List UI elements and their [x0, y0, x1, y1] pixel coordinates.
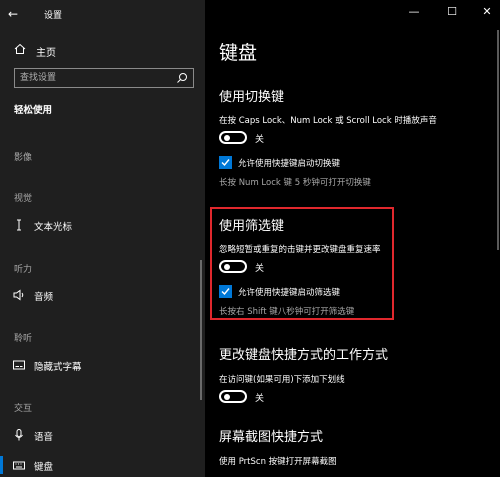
sidebar: ← 设置 主页 轻松使用 影像 视觉 文本光标 听力 音频 聆听: [0, 0, 205, 477]
checkmark-icon: [221, 159, 230, 167]
maximize-button[interactable]: ☐: [442, 4, 462, 20]
title-bar: ← 设置: [0, 0, 205, 28]
group-label-vision: 视觉: [14, 194, 33, 204]
sidebar-item-audio[interactable]: 音频: [0, 284, 205, 306]
back-arrow-icon[interactable]: ←: [8, 7, 24, 21]
captions-icon: [13, 360, 25, 370]
sidebar-item-label: 语音: [34, 432, 54, 443]
sidebar-item-label: 键盘: [34, 462, 54, 473]
page-title: 键盘: [219, 42, 258, 64]
underline-access-keys-switch[interactable]: [219, 390, 247, 403]
print-screen-description: 使用 PrtScn 按键打开屏幕截图: [219, 457, 337, 467]
underline-access-keys-state: 关: [255, 394, 265, 404]
speaker-icon: [13, 289, 24, 301]
sidebar-scrollbar[interactable]: [200, 260, 202, 400]
highlight-annotation: [210, 207, 394, 320]
sidebar-item-speech[interactable]: 语音: [0, 424, 205, 446]
shortcuts-heading: 更改键盘快捷方式的工作方式: [219, 348, 389, 363]
group-label-interaction: 交互: [14, 404, 33, 414]
sidebar-item-label: 主页: [36, 48, 56, 59]
sidebar-item-label: 隐藏式字幕: [34, 362, 82, 373]
close-button[interactable]: ✕: [477, 4, 497, 20]
shortcuts-description: 在访问键(如果可用)下添加下划线: [219, 375, 345, 385]
sidebar-item-keyboard[interactable]: 键盘: [0, 454, 205, 476]
toggle-keys-shortcut-checkbox[interactable]: [219, 156, 232, 169]
toggle-keys-description: 在按 Caps Lock、Num Lock 或 Scroll Lock 时播放声…: [219, 116, 437, 126]
toggle-knob: [224, 394, 230, 400]
group-label-listening: 聆听: [14, 334, 33, 344]
sidebar-item-label: 文本光标: [34, 222, 73, 233]
toggle-keys-note: 长按 Num Lock 键 5 秒钟可打开切换键: [219, 178, 371, 188]
group-label-vision-top: 影像: [14, 153, 33, 163]
search-input[interactable]: [20, 70, 170, 86]
sidebar-item-label: 音频: [34, 292, 54, 303]
minimize-button[interactable]: —: [404, 4, 424, 20]
print-screen-heading: 屏幕截图快捷方式: [219, 430, 324, 445]
toggle-keys-heading: 使用切换键: [219, 90, 285, 105]
text-cursor-icon: [17, 219, 21, 231]
active-indicator: [0, 456, 3, 474]
sidebar-item-text-cursor[interactable]: 文本光标: [0, 214, 205, 236]
microphone-icon: [15, 429, 23, 441]
sidebar-item-captions[interactable]: 隐藏式字幕: [0, 354, 205, 376]
toggle-keys-switch[interactable]: [219, 131, 247, 144]
main-scrollbar[interactable]: [497, 30, 499, 250]
sidebar-item-home[interactable]: 主页: [0, 40, 205, 60]
search-box[interactable]: [14, 68, 194, 88]
keyboard-icon: [13, 461, 25, 470]
app-title: 设置: [44, 11, 63, 21]
sidebar-section-title: 轻松使用: [14, 105, 53, 116]
search-icon[interactable]: [176, 72, 188, 84]
toggle-keys-state: 关: [255, 135, 265, 145]
toggle-keys-shortcut-label: 允许使用快捷键启动切换键: [238, 159, 341, 169]
toggle-knob: [224, 135, 230, 141]
home-icon: [14, 43, 26, 54]
group-label-hearing: 听力: [14, 265, 33, 275]
